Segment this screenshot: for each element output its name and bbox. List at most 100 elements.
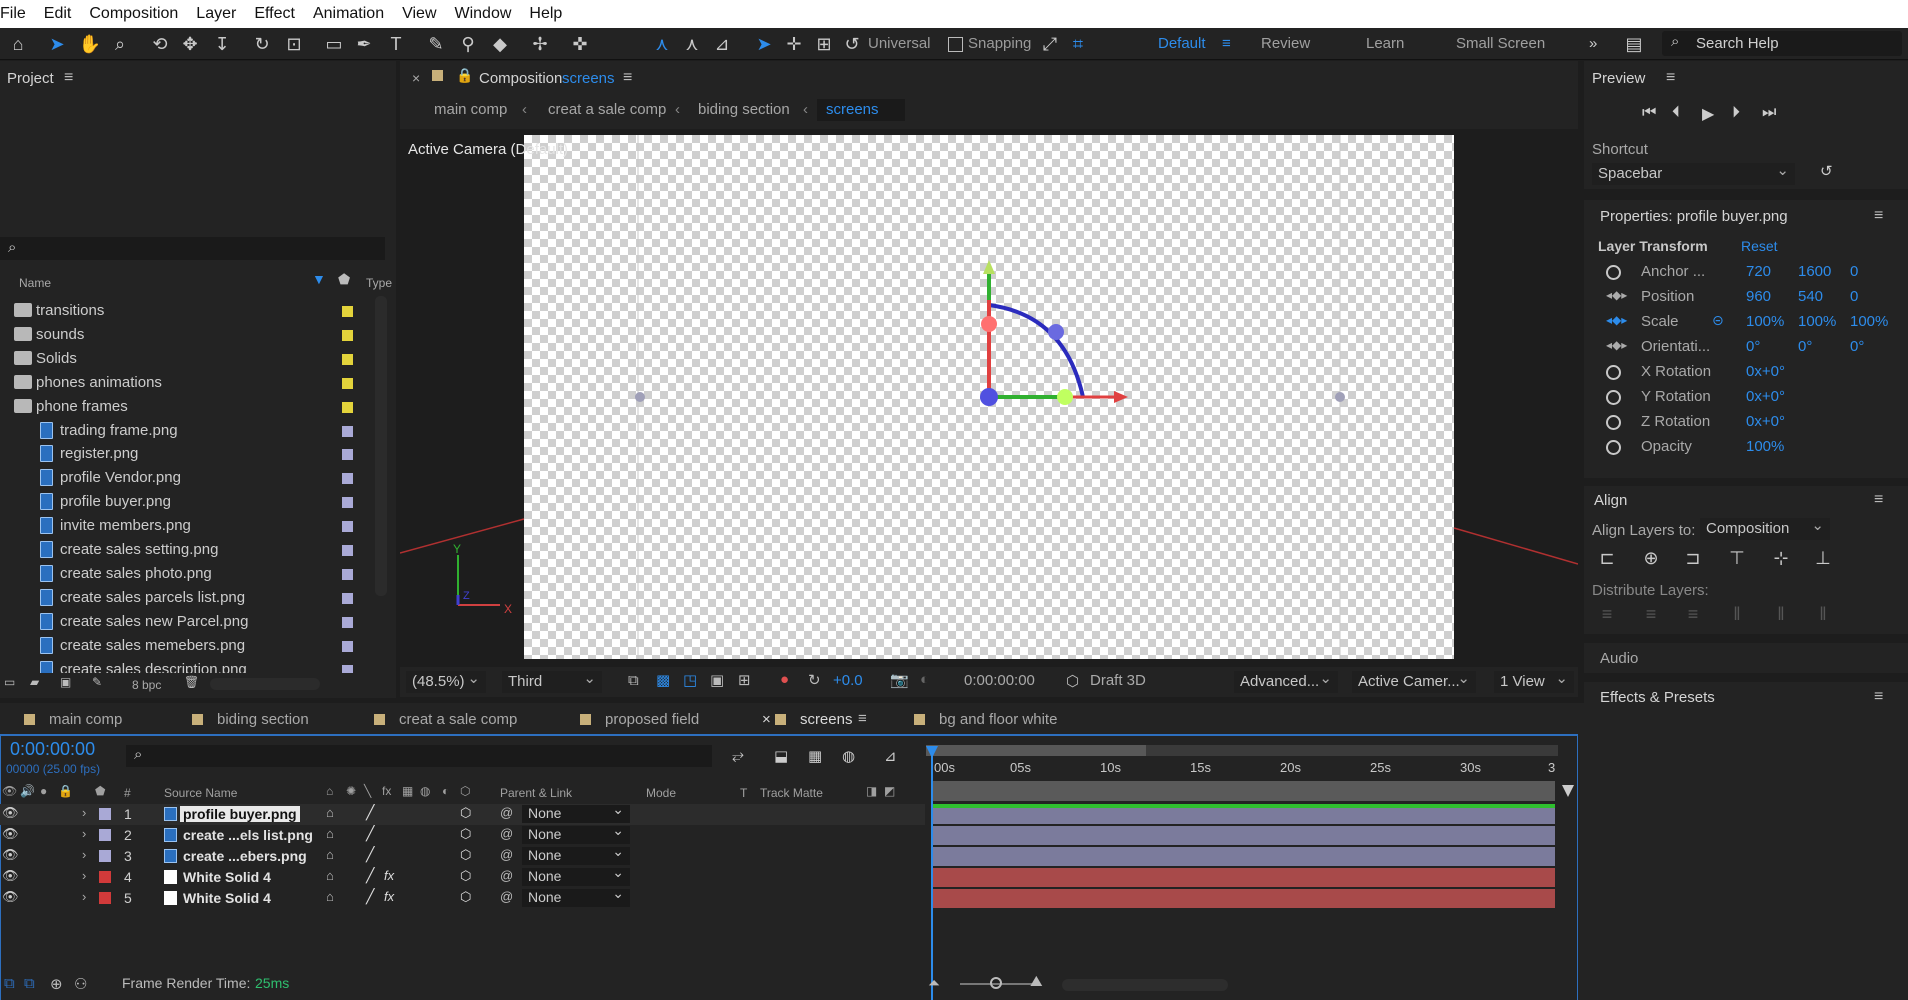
distribute-hcenter-icon[interactable]: ‖ [1770,604,1792,626]
timeline-tab[interactable]: creat a sale comp [374,711,517,728]
views-dropdown[interactable]: 1 View [1494,669,1574,693]
timeline-menu-icon[interactable]: ≡ [858,710,867,727]
rotate-tool-icon[interactable]: ↻ [250,32,274,56]
project-folder[interactable]: sounds [0,323,370,347]
matte-icon-b[interactable]: ◩ [884,784,895,798]
show-snapshot-icon[interactable]: ◐ [920,671,929,688]
frame-blend-switch-icon[interactable]: ▦ [402,784,413,798]
visibility-eye-icon[interactable]: 👁 [2,868,19,884]
menu-view[interactable]: View [393,5,445,23]
interpret-footage-icon[interactable]: ▭ [4,675,15,689]
advanced-dropdown[interactable]: Advanced... [1234,669,1338,693]
label-header-icon[interactable]: ⬟ [95,784,105,798]
roto-brush-icon[interactable]: ✢ [528,32,552,56]
layer-row[interactable]: 👁 › 1 profile buyer.png ⌂ ╱ ⬡ @ None [0,801,925,825]
menu-effect[interactable]: Effect [245,5,304,23]
expand-chevron-icon[interactable]: › [82,826,86,841]
timeline-tab[interactable]: bg and floor white [914,711,1057,728]
menu-edit[interactable]: Edit [35,5,81,23]
project-file[interactable]: create sales memebers.png [0,634,370,658]
pen-tool-icon[interactable]: ✒ [352,32,376,56]
menu-composition[interactable]: Composition [80,5,187,23]
reset-exposure-icon[interactable]: ↻ [808,671,821,689]
label-color-swatch[interactable] [342,521,353,533]
visibility-eye-icon[interactable]: 👁 [2,889,19,905]
workspace-review[interactable]: Review [1261,35,1310,52]
menu-layer[interactable]: Layer [187,5,245,23]
lock-header-icon[interactable]: 🔒 [58,784,73,798]
snapping-checkbox[interactable] [948,37,963,52]
pickwhip-icon[interactable]: @ [500,868,513,883]
label-color-swatch[interactable] [342,401,353,413]
align-bottom-icon[interactable]: ⊥ [1812,548,1834,570]
orbit-camera-icon[interactable]: ⟲ [148,32,172,56]
visibility-eye-icon[interactable]: 👁 [2,826,19,842]
expand-chevron-icon[interactable]: › [82,805,86,820]
stopwatch-icon[interactable] [1606,440,1621,455]
label-color-swatch[interactable] [342,616,353,628]
next-frame-icon[interactable]: ⏵ [1732,104,1740,122]
property-value[interactable]: 960 [1746,288,1771,305]
distribute-vcenter-icon[interactable]: ≡ [1640,604,1662,626]
property-value[interactable]: 720 [1746,263,1771,280]
lock-icon[interactable]: 🔒 [456,67,473,84]
pickwhip-icon[interactable]: @ [500,889,513,904]
workspace-menu-icon[interactable]: ≡ [1222,35,1231,52]
property-value[interactable]: 0° [1746,338,1760,355]
layer-switches-toggle-icon[interactable]: ⧉ [4,975,15,992]
expand-chevron-icon[interactable]: › [82,847,86,862]
draft-3d-icon[interactable]: ⬓ [774,747,788,765]
snap-options-icon[interactable]: ⤢ [1038,32,1062,56]
layer-source-name[interactable]: create ...ebers.png [183,848,307,864]
panel-layout-icon[interactable]: ▤ [1622,32,1646,56]
audio-header-icon[interactable]: 🔊 [20,784,35,798]
layer-row[interactable]: 👁 › 5 White Solid 4 ⌂ ╱ fx ⬡ @ None [0,885,925,909]
channel-icon[interactable]: ● [780,671,789,688]
move-gizmo-icon[interactable]: ✛ [782,32,806,56]
fast-preview-icon[interactable]: ⧉ [628,672,639,689]
project-hscrollbar[interactable] [210,678,320,690]
matte-icon-a[interactable]: ◨ [866,784,877,798]
quality-switch-icon[interactable]: ╱ [366,846,374,863]
menu-file[interactable]: File [0,5,35,23]
workspace-small-screen[interactable]: Small Screen [1456,35,1545,52]
first-frame-icon[interactable]: ⏮ [1642,104,1656,122]
modes-toggle-icon[interactable]: ⧉ [24,975,35,992]
audio-title[interactable]: Audio [1600,650,1638,667]
property-value[interactable]: 100% [1746,313,1784,330]
shortcut-dropdown[interactable]: Spacebar [1592,161,1795,185]
name-column-header[interactable]: Name [19,276,51,290]
zoom-dropdown[interactable]: (48.5%) [406,669,486,693]
project-file[interactable]: create sales new Parcel.png [0,610,370,634]
solo-header-icon[interactable]: ● [40,784,47,798]
project-file[interactable]: create sales description.png [0,658,370,673]
project-file[interactable]: profile buyer.png [0,490,370,514]
project-folder[interactable]: phone frames [0,395,370,419]
local-axis-icon[interactable]: ⋏ [650,32,674,56]
quality-switch-icon[interactable]: ╲ [364,784,371,798]
property-value[interactable]: 0x+0° [1746,363,1785,380]
property-value[interactable]: 100% [1850,313,1888,330]
rotate-gizmo-icon[interactable]: ↺ [840,32,864,56]
pan-camera-icon[interactable]: ✥ [178,32,202,56]
project-file[interactable]: create sales parcels list.png [0,586,370,610]
project-file[interactable]: register.png [0,442,370,466]
new-folder-icon[interactable]: ▰ [30,675,39,689]
project-file[interactable]: invite members.png [0,514,370,538]
properties-menu-icon[interactable]: ≡ [1874,207,1883,225]
3d-layer-icon[interactable]: ⬡ [460,847,471,863]
expand-chevron-icon[interactable]: › [82,868,86,883]
quality-switch-icon[interactable]: ╱ [366,888,374,905]
snapshot-icon[interactable]: 📷 [890,671,909,689]
fx-switch-icon[interactable]: fx [382,784,391,798]
world-axis-icon[interactable]: ⋏ [680,32,704,56]
property-value[interactable]: 0x+0° [1746,413,1785,430]
timeline-search-input[interactable]: ⌕ [126,745,712,767]
breadcrumb-main-comp[interactable]: main comp [434,101,507,118]
delete-icon[interactable]: 🗑 [184,675,199,689]
fx-switch-icon[interactable]: fx [384,868,394,883]
label-color-swatch[interactable] [342,640,353,652]
quality-switch-icon[interactable]: ╱ [366,804,374,821]
source-name-header[interactable]: Source Name [164,786,237,800]
stopwatch-icon[interactable] [1606,390,1621,405]
